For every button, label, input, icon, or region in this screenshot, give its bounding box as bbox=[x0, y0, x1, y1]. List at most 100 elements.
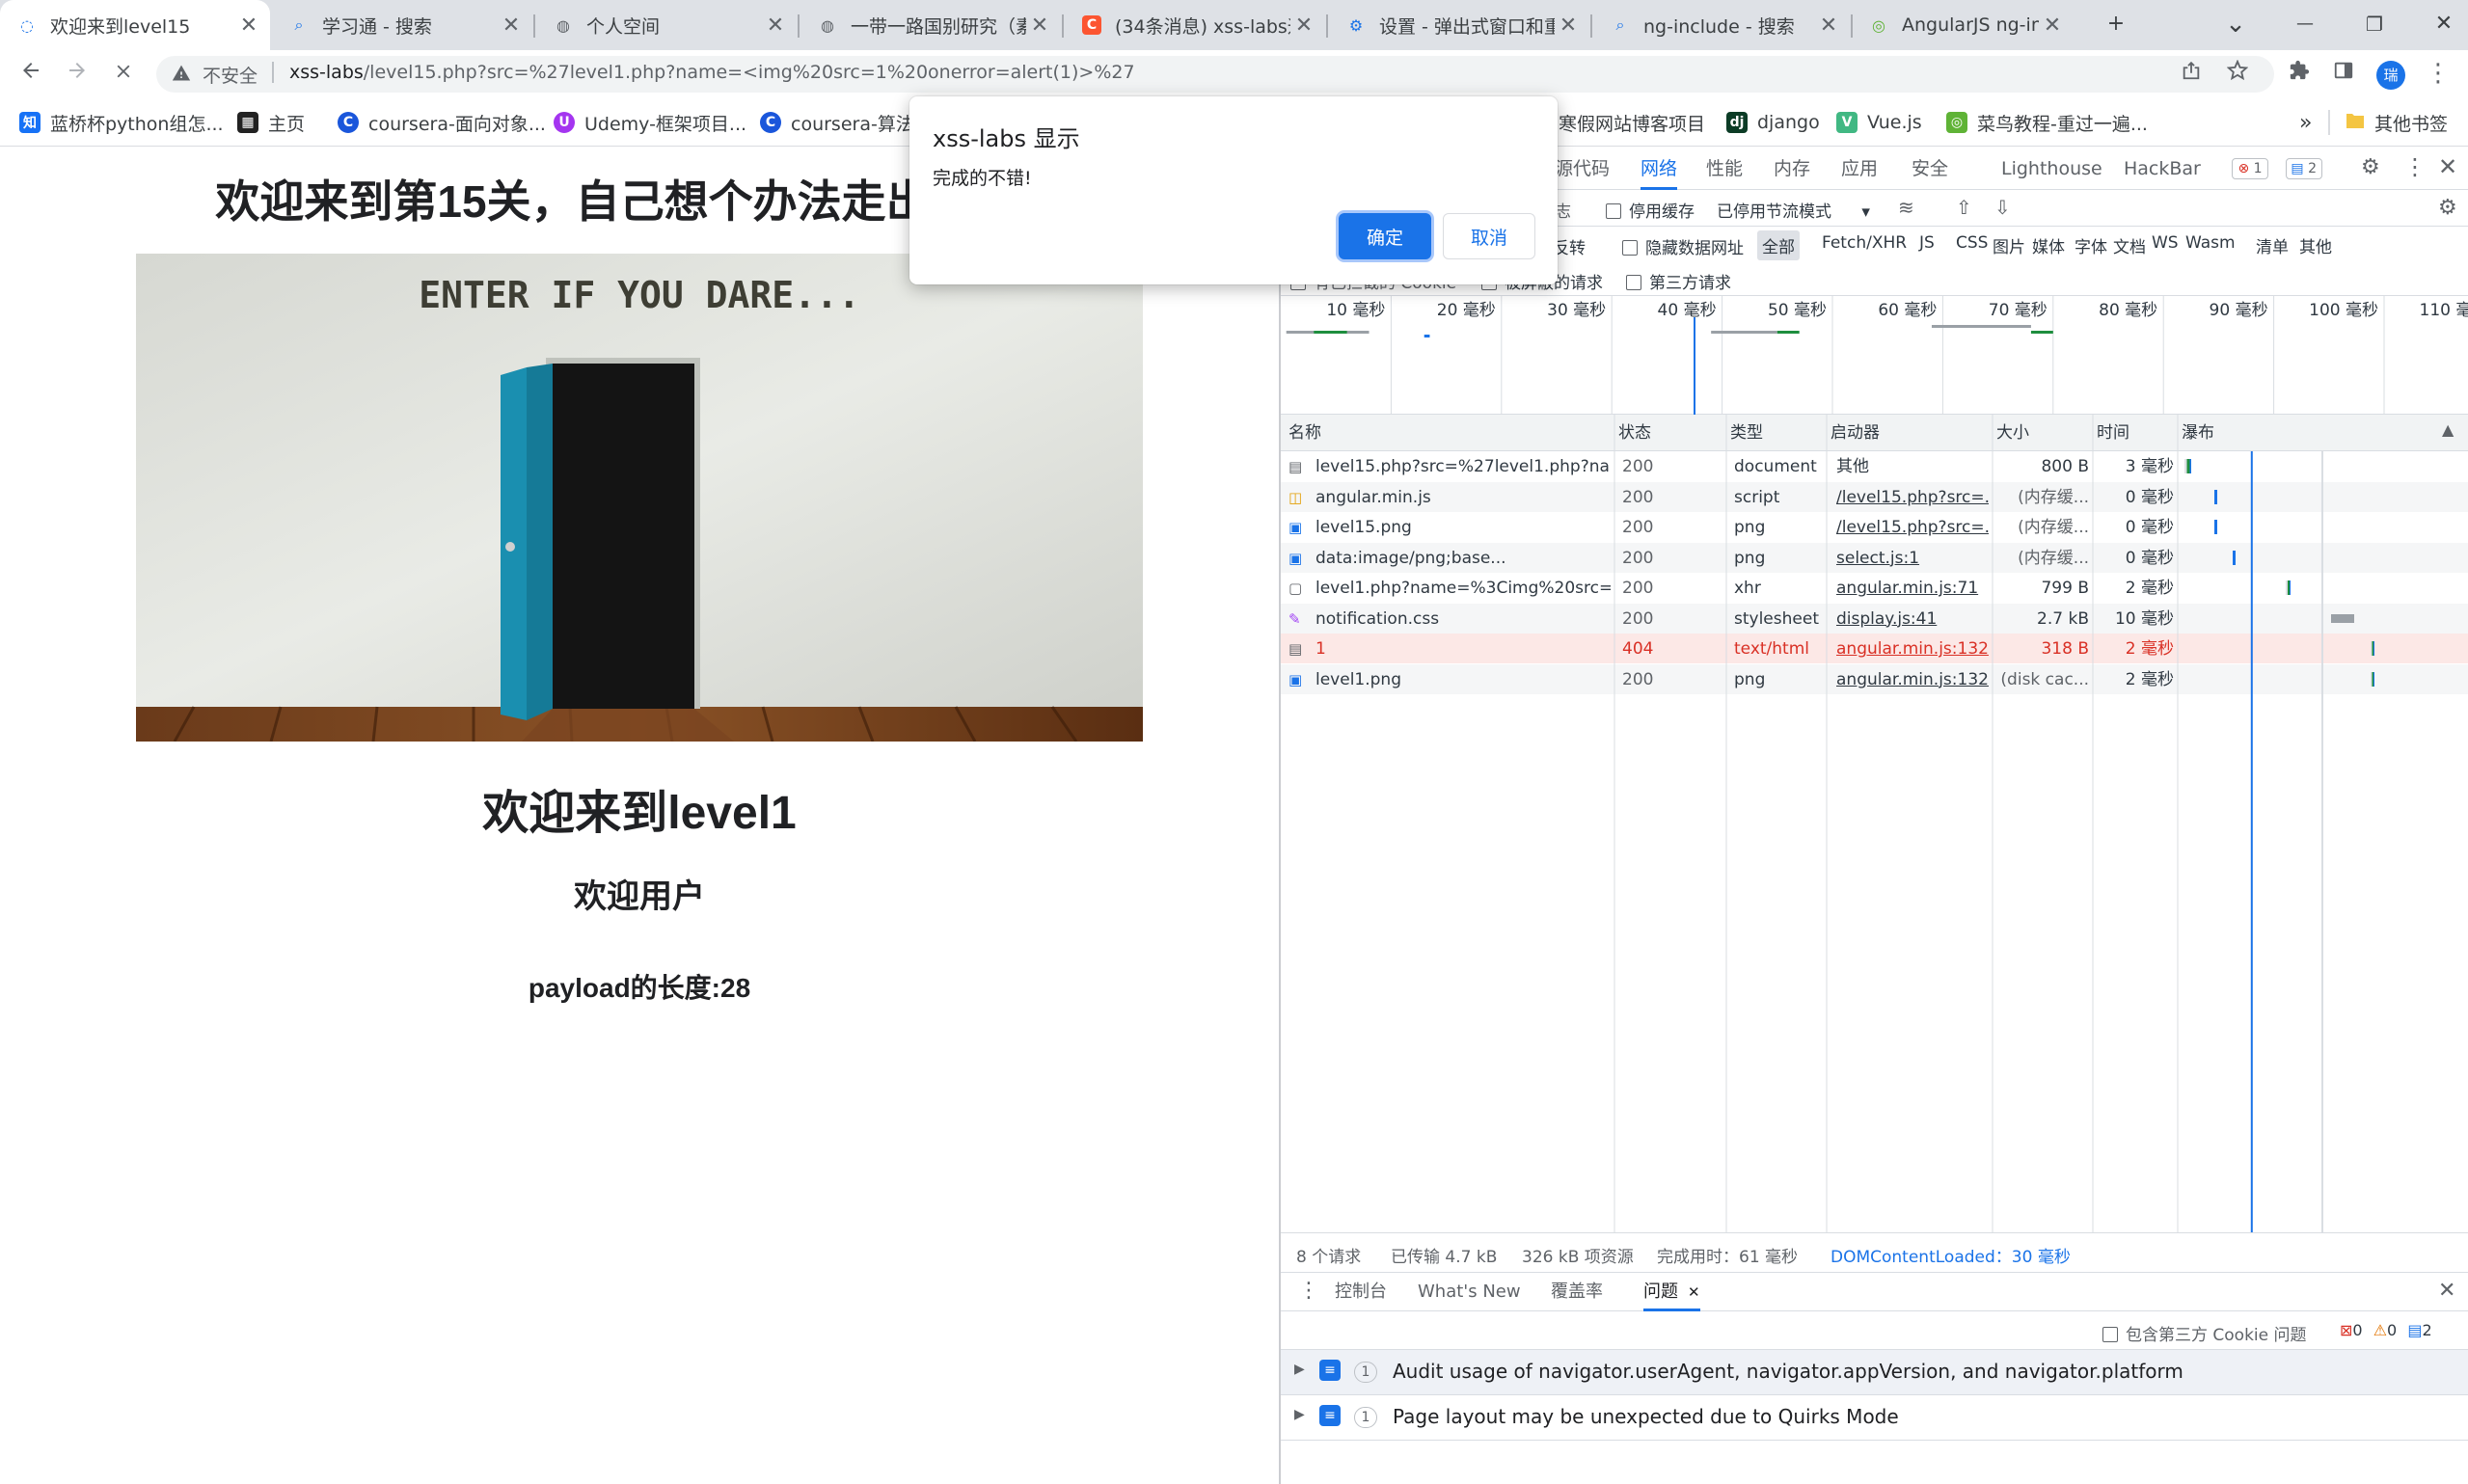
tab-close-icon[interactable]: ✕ bbox=[1026, 13, 1053, 38]
drawer-tab[interactable]: What's New bbox=[1418, 1273, 1521, 1311]
throttling-select[interactable]: 已停用节流模式 ▾ bbox=[1717, 198, 1870, 222]
close-icon[interactable]: ✕ bbox=[1688, 1283, 1700, 1301]
browser-tab[interactable]: ◎ AngularJS ng-includ✕ bbox=[1852, 0, 2074, 50]
bookmarks-overflow-button[interactable]: » bbox=[2299, 106, 2312, 139]
tab-close-icon[interactable]: ✕ bbox=[2039, 13, 2066, 38]
browser-tab[interactable]: ⌕ ng-include - 搜索 ✕ bbox=[1593, 0, 1850, 50]
tab-search-button[interactable]: ⌄ bbox=[2201, 0, 2270, 50]
network-overview[interactable]: 10 毫秒 20 毫秒 30 毫秒 40 毫秒 50 毫秒 60 毫秒 70 毫秒 80 毫秒… bbox=[1281, 296, 2468, 415]
drawer-tab[interactable]: 控制台 bbox=[1335, 1273, 1387, 1311]
devtools-tab[interactable]: 安全 bbox=[1912, 148, 1948, 190]
share-icon[interactable] bbox=[2176, 58, 2207, 89]
devtools-tab[interactable]: 源代码 bbox=[1555, 148, 1610, 190]
browser-tab[interactable]: C (34条消息) xss-labs通 ✕ bbox=[1065, 0, 1325, 50]
filter-type-button[interactable]: 图片 bbox=[1988, 230, 2030, 260]
devtools-close-icon[interactable]: ✕ bbox=[2438, 153, 2457, 180]
extensions-puzzle-icon[interactable] bbox=[2284, 58, 2315, 89]
other-bookmarks-folder[interactable]: 其他书签 bbox=[2346, 106, 2448, 139]
filter-type-button[interactable]: 文档 bbox=[2108, 230, 2151, 260]
chevron-right-icon[interactable]: ▶ bbox=[1294, 1407, 1305, 1422]
more-menu-icon[interactable]: ⋮ bbox=[2423, 58, 2454, 89]
security-label[interactable]: 不安全 bbox=[203, 62, 258, 88]
tab-close-icon[interactable]: ✕ bbox=[1555, 13, 1582, 38]
drawer-tab[interactable]: 覆盖率 bbox=[1551, 1273, 1603, 1311]
url-text[interactable]: xss-labs/level15.php?src=%27level1.php?n… bbox=[289, 62, 1135, 83]
network-settings-gear-icon[interactable]: ⚙ bbox=[2438, 196, 2457, 220]
bookmark-item[interactable]: dj django bbox=[1726, 106, 1820, 139]
export-har-icon[interactable]: ⇩ bbox=[1994, 196, 2011, 219]
browser-tab[interactable]: ⌕ 学习通 - 搜索 ✕ bbox=[272, 0, 532, 50]
back-button[interactable] bbox=[15, 59, 46, 90]
close-window-button[interactable]: ✕ bbox=[2409, 0, 2468, 50]
bookmark-item[interactable]: 寒假网站博客项目 bbox=[1559, 106, 1705, 139]
filter-type-button[interactable]: WS bbox=[2147, 230, 2183, 256]
filter-type-button[interactable]: JS bbox=[1914, 230, 1939, 256]
issues-counters[interactable]: ⊗ 1 ▤ 2 bbox=[2232, 157, 2334, 179]
hide-data-urls-label: 隐藏数据网址 bbox=[1645, 239, 1744, 258]
devtools-more-icon[interactable]: ⋮ bbox=[2403, 153, 2427, 180]
drawer-tab[interactable]: 问题 ✕ bbox=[1643, 1273, 1700, 1311]
devtools-tab[interactable]: Lighthouse bbox=[2001, 148, 2102, 190]
include-third-party-checkbox[interactable]: 包含第三方 Cookie 问题 bbox=[2102, 1321, 2307, 1345]
bookmark-item[interactable]: V Vue.js bbox=[1836, 106, 1922, 139]
timeline-tick-label: 10 毫秒 bbox=[1326, 301, 1385, 320]
filter-type-button[interactable]: 全部 bbox=[1757, 230, 1800, 260]
invert-label[interactable]: 反转 bbox=[1553, 234, 1586, 258]
filter-type-button[interactable]: CSS bbox=[1951, 230, 1993, 256]
devtools-tab[interactable]: HackBar bbox=[2124, 148, 2201, 190]
forward-button[interactable] bbox=[62, 59, 93, 90]
disable-cache-checkbox[interactable]: 停用缓存 bbox=[1606, 198, 1695, 222]
ok-button[interactable]: 确定 bbox=[1339, 213, 1431, 259]
error-count-badge[interactable]: ⊗ 1 bbox=[2232, 158, 2268, 179]
close-icon bbox=[117, 65, 130, 78]
tab-close-icon[interactable]: ✕ bbox=[235, 13, 262, 38]
browser-tab[interactable]: ◌ 欢迎来到level15 ✕ bbox=[0, 0, 270, 50]
browser-tab[interactable]: ◍ 一带一路国别研究（素 ✕ bbox=[800, 0, 1061, 50]
filter-type-button[interactable]: 媒体 bbox=[2027, 230, 2070, 260]
network-conditions-icon[interactable]: ≋ bbox=[1898, 196, 1914, 219]
bookmark-item[interactable]: 知蓝桥杯python组怎... bbox=[19, 106, 224, 139]
address-bar[interactable]: 不安全 xss-labs/level15.php?src=%27level1.p… bbox=[156, 56, 2274, 93]
filter-type-button[interactable]: 字体 bbox=[2070, 230, 2112, 260]
tab-close-icon[interactable]: ✕ bbox=[1815, 13, 1842, 38]
drawer-menu-icon[interactable]: ⋮ bbox=[1298, 1279, 1319, 1303]
restore-button[interactable]: ❐ bbox=[2340, 0, 2409, 50]
settings-gear-icon[interactable]: ⚙ bbox=[2361, 155, 2380, 179]
message-count-badge[interactable]: ▤ 2 bbox=[2285, 158, 2322, 179]
devtools-tab[interactable]: 应用 bbox=[1841, 148, 1878, 190]
tab-close-icon[interactable]: ✕ bbox=[762, 13, 789, 38]
minimize-button[interactable]: — bbox=[2270, 0, 2340, 50]
bookmark-item[interactable]: ▦ 主页 bbox=[237, 106, 305, 139]
issue-row[interactable]: ▶ ≡ 1 Page layout may be unexpected due to … bbox=[1281, 1395, 2468, 1441]
issue-row[interactable]: ▶ ≡ 1 Audit usage of navigator.userAgent, n… bbox=[1281, 1350, 2468, 1395]
bookmark-star-icon[interactable] bbox=[2222, 58, 2253, 89]
tab-close-icon[interactable]: ✕ bbox=[498, 13, 525, 38]
devtools-tab[interactable]: 性能 bbox=[1706, 148, 1743, 190]
bookmark-item[interactable]: Ccoursera-算法 bbox=[760, 106, 914, 139]
browser-tab[interactable]: ◍ 个人空间 ✕ bbox=[536, 0, 797, 50]
cancel-button[interactable]: 取消 bbox=[1443, 213, 1535, 259]
chevron-right-icon[interactable]: ▶ bbox=[1294, 1362, 1305, 1377]
drawer-close-icon[interactable]: ✕ bbox=[2438, 1279, 2455, 1303]
import-har-icon[interactable]: ⇧ bbox=[1956, 196, 1972, 219]
overview-bar bbox=[1711, 331, 1777, 334]
tab-close-icon[interactable]: ✕ bbox=[1290, 13, 1317, 38]
bookmark-item[interactable]: ◎ 菜鸟教程-重过一遍... bbox=[1946, 106, 2148, 139]
hide-data-urls-checkbox[interactable]: 隐藏数据网址 bbox=[1622, 234, 1744, 258]
side-panel-icon[interactable] bbox=[2328, 58, 2359, 89]
devtools-tab[interactable]: 内存 bbox=[1774, 148, 1810, 190]
bookmark-item[interactable]: Ccoursera-面向对象... bbox=[338, 106, 546, 139]
new-tab-button[interactable]: + bbox=[2081, 0, 2151, 50]
browser-tab[interactable]: ⚙ 设置 - 弹出式窗口和重 ✕ bbox=[1329, 0, 1589, 50]
bookmarks-divider bbox=[2328, 110, 2330, 135]
stop-loading-button[interactable] bbox=[108, 59, 139, 90]
filter-type-button[interactable]: Wasm bbox=[2181, 230, 2240, 256]
devtools-tab[interactable]: 网络 bbox=[1641, 148, 1678, 190]
filter-type-button[interactable]: 其他 bbox=[2294, 230, 2337, 260]
filter-type-button[interactable]: Fetch/XHR bbox=[1817, 230, 1912, 256]
drawer-tab-label: 问题 bbox=[1643, 1282, 1678, 1302]
bookmark-item[interactable]: U Udemy-框架项目... bbox=[554, 106, 746, 139]
third-party-checkbox[interactable]: 第三方请求 bbox=[1626, 269, 1731, 293]
filter-type-button[interactable]: 清单 bbox=[2251, 230, 2293, 260]
profile-avatar[interactable]: 瑞 bbox=[2376, 61, 2405, 90]
